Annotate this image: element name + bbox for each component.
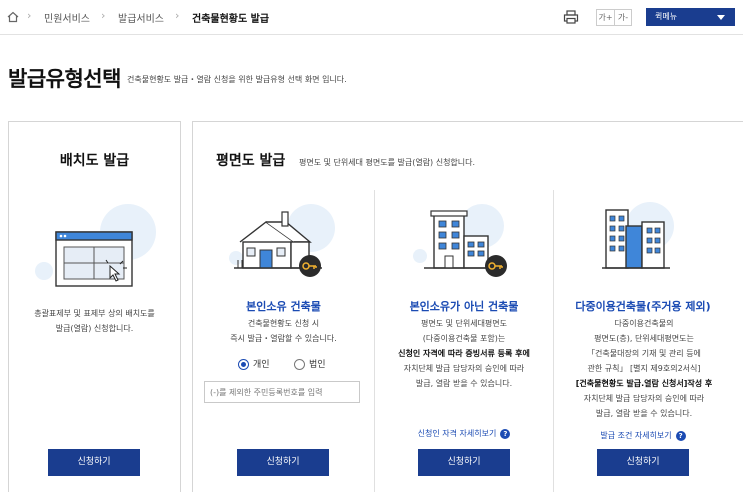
desc-line: 관한 규칙」 [별지 제9호의2서식] — [587, 364, 701, 373]
radio-individual[interactable]: 개인 — [238, 357, 270, 370]
radio-unselected-icon — [294, 359, 305, 370]
radio-selected-icon — [238, 359, 249, 370]
desc-line: 발급, 열람 받을 수 있습니다. — [595, 409, 693, 418]
breadcrumb-item[interactable]: 민원서비스 — [44, 10, 90, 25]
desc-line: 즉시 발급・열람할 수 있습니다. — [230, 334, 337, 343]
desc-line: 다중이용건축물의 — [614, 319, 674, 328]
quick-menu-dropdown[interactable]: 퀵메뉴 — [646, 8, 735, 26]
link-label: 발급 조건 자세히보기 — [600, 431, 672, 440]
desc-line: [건축물현황도 발급.열람 신청서]작성 후 — [575, 379, 713, 388]
own-building-description: 건축물현황도 신청 시 즉시 발급・열람할 수 있습니다. — [193, 316, 374, 346]
multi-use-building-apply-button[interactable]: 신청하기 — [597, 449, 689, 476]
radio-label: 개인 — [253, 360, 270, 370]
desc-line: 평면도 및 단위세대평면도 — [420, 319, 508, 328]
desc-line: 건축물현황도 신청 시 — [247, 319, 320, 328]
desc-line: 발급, 열람 받을 수 있습니다. — [415, 379, 513, 388]
not-own-building-description: 평면도 및 단위세대평면도 (다중이용건축물 포함)는 신청인 자격에 따라 증… — [375, 316, 553, 391]
layout-plan-title: 배치도 발급 — [59, 153, 130, 169]
caret-down-icon — [717, 15, 725, 20]
apartment-key-illustration-icon — [413, 204, 507, 277]
desc-line: 「건축물대장의 기재 및 관리 등에 — [587, 349, 701, 358]
floor-plan-title: 평면도 발급 — [216, 153, 286, 169]
desc-line: 총괄표제부 및 표제부 상의 배치도를 — [34, 309, 155, 318]
desc-line: (다중이용건축물 포함)는 — [422, 334, 506, 343]
multi-use-building-description: 다중이용건축물의 평면도(층), 단위세대평면도는 「건축물대장의 기재 및 관… — [554, 316, 734, 421]
home-icon[interactable] — [6, 10, 20, 24]
desc-line: 자치단체 발급 담당자의 승인에 따라 — [583, 394, 705, 403]
quick-menu-label: 퀵메뉴 — [655, 12, 678, 21]
site-plan-illustration-icon — [35, 204, 156, 287]
breadcrumb-current: 건축물현황도 발급 — [192, 14, 270, 25]
resident-number-input[interactable] — [204, 381, 360, 403]
own-building-apply-button[interactable]: 신청하기 — [237, 449, 329, 476]
house-key-illustration-icon — [229, 204, 335, 277]
page-subtitle: 건축물현황도 발급・열람 신청을 위한 발급유형 선택 화면 입니다. — [127, 75, 347, 84]
not-own-building-title: 본인소유가 아닌 건축물 — [409, 300, 519, 313]
chevron-right-icon: › — [101, 9, 106, 22]
radio-label: 법인 — [309, 360, 326, 370]
applicant-qualification-link[interactable]: 신청인 자격 자세히보기? — [375, 428, 553, 439]
layout-plan-description: 총괄표제부 및 표제부 상의 배치도를 발급(열람) 신청합니다. — [8, 306, 181, 336]
floor-plan-subtitle: 평면도 및 단위세대 평면도를 발급(열람) 신청합니다. — [299, 158, 476, 167]
multi-use-building-title: 다중이용건축물(주거용 제외) — [575, 300, 711, 313]
desc-line: 신청인 자격에 따라 증빙서류 등록 후에 — [398, 349, 530, 358]
radio-corporate[interactable]: 법인 — [294, 357, 326, 370]
font-increase-button[interactable]: 가+ — [596, 9, 615, 26]
page-title: 발급유형선택 — [8, 67, 121, 91]
own-building-title: 본인소유 건축물 — [246, 300, 321, 313]
issuance-condition-link[interactable]: 발급 조건 자세히보기? — [554, 430, 732, 441]
desc-line: 자치단체 발급 담당자의 승인에 따라 — [403, 364, 525, 373]
desc-line: 발급(열람) 신청합니다. — [55, 324, 134, 333]
chevron-right-icon: › — [175, 9, 180, 22]
link-label: 신청인 자격 자세히보기 — [417, 429, 497, 438]
print-icon[interactable] — [563, 9, 579, 25]
chevron-right-icon: › — [27, 9, 32, 22]
breadcrumb-item[interactable]: 발급서비스 — [118, 10, 164, 25]
high-rise-illustration-icon — [602, 202, 674, 269]
help-icon: ? — [500, 428, 511, 439]
help-icon: ? — [675, 430, 686, 441]
font-decrease-button[interactable]: 가- — [614, 9, 632, 26]
desc-line: 평면도(층), 단위세대평면도는 — [594, 334, 694, 343]
not-own-building-apply-button[interactable]: 신청하기 — [418, 449, 510, 476]
top-bar: › 민원서비스 › 발급서비스 › 건축물현황도 발급 가+ 가- 퀵메뉴 — [0, 0, 743, 35]
layout-plan-apply-button[interactable]: 신청하기 — [48, 449, 140, 476]
